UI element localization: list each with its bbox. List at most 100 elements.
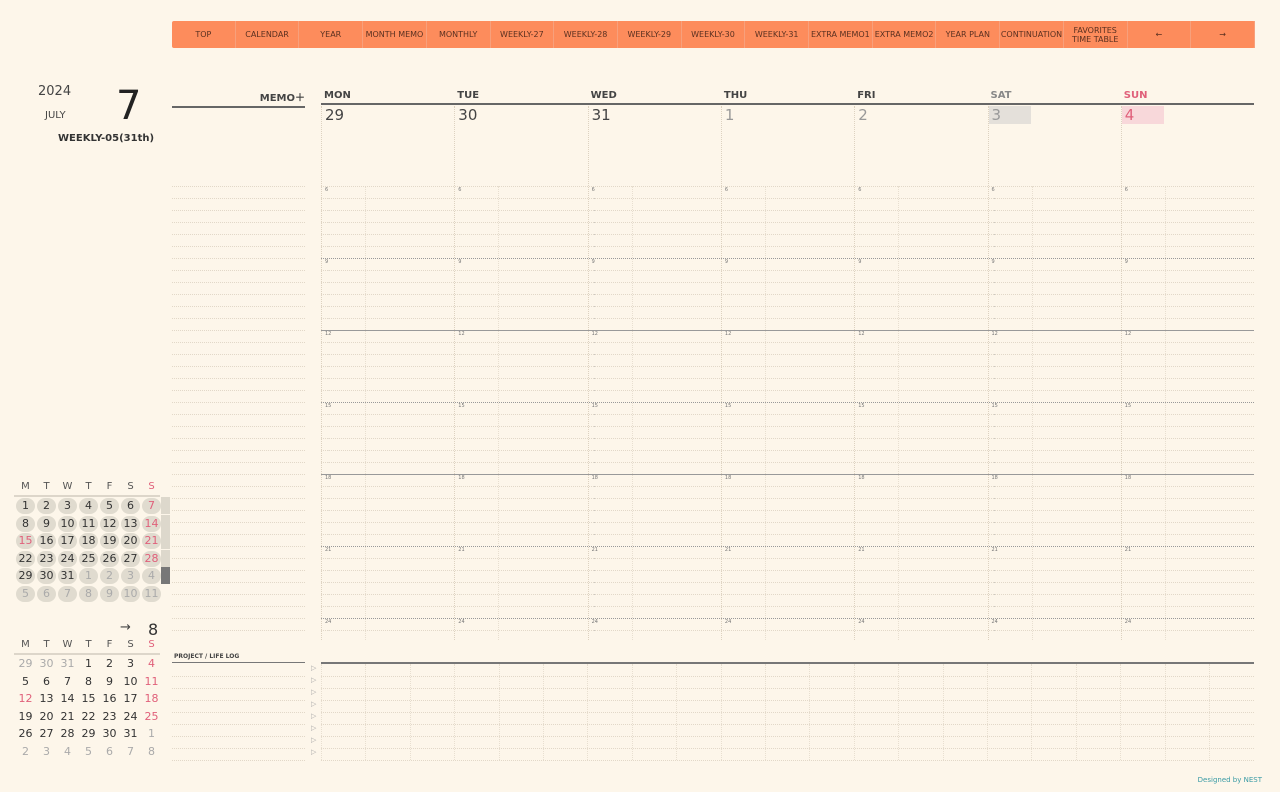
mini-day[interactable]: 29 [16,656,35,672]
mini-day[interactable]: 6 [37,585,56,602]
mini-day[interactable]: 7 [58,585,77,602]
mini-day[interactable]: 3 [58,498,77,514]
mini-day[interactable]: 25 [79,550,98,567]
mini-day[interactable]: 1 [79,568,98,584]
mini-day[interactable]: 7 [142,498,161,514]
week-selector[interactable] [161,549,170,567]
mini-day[interactable]: 13 [121,515,140,532]
mini-day[interactable]: 31 [121,726,140,742]
time-slot-line[interactable] [321,294,1254,295]
mini-day[interactable]: 11 [142,585,161,602]
log-line[interactable] [321,688,1254,689]
time-slot-line[interactable] [321,378,1254,379]
mini-day[interactable]: 11 [142,674,161,690]
memo-line[interactable] [172,330,305,331]
mini-day[interactable]: 28 [142,550,161,567]
memo-line[interactable] [172,210,305,211]
mini-day[interactable]: 4 [58,744,77,760]
mini-day[interactable]: 30 [100,726,119,742]
time-slot-line[interactable] [321,534,1254,535]
log-line[interactable] [321,724,1254,725]
day-number[interactable]: 30 [455,106,497,124]
mini-day[interactable]: 29 [16,568,35,584]
mini-day[interactable]: 8 [79,585,98,602]
mini-day[interactable]: 1 [79,656,98,672]
day-number[interactable]: 1 [722,106,764,124]
mini-day[interactable]: 5 [79,744,98,760]
time-slot-line[interactable] [321,414,1254,415]
memo-line[interactable] [172,222,305,223]
mini-day[interactable]: 6 [100,744,119,760]
time-slot-line[interactable] [321,426,1254,427]
mini-day[interactable]: 2 [100,568,119,584]
mini-day[interactable]: 4 [142,656,161,672]
mini-day[interactable]: 4 [79,498,98,514]
mini-day[interactable]: 15 [79,691,98,707]
mini-day[interactable]: 20 [37,709,56,725]
memo-line[interactable] [172,510,305,511]
mini-day[interactable]: 22 [16,550,35,567]
mini-day[interactable]: 19 [16,709,35,725]
mini-day[interactable]: 5 [16,585,35,602]
time-slot-line[interactable] [321,222,1254,223]
nav-weekly-31[interactable]: WEEKLY-31 [745,21,810,48]
mini-day[interactable]: 2 [16,744,35,760]
nav-year-plan[interactable]: YEAR PLAN [936,21,1001,48]
memo-line[interactable] [172,306,305,307]
mini-day[interactable]: 5 [100,498,119,514]
mini-day[interactable]: 9 [37,515,56,532]
time-slot-line[interactable] [321,246,1254,247]
mini-day[interactable]: 27 [37,726,56,742]
log-line[interactable] [172,700,305,701]
memo-line[interactable] [172,234,305,235]
memo-line[interactable] [172,594,305,595]
mini-day[interactable]: 30 [37,568,56,584]
memo-line[interactable] [172,618,305,619]
mini-day[interactable]: 1 [142,726,161,742]
nav--[interactable]: ← [1128,21,1192,48]
mini-day[interactable]: 10 [121,674,140,690]
nav-weekly-28[interactable]: WEEKLY-28 [554,21,618,48]
mini-day[interactable]: 8 [79,674,98,690]
time-slot-line[interactable] [321,306,1254,307]
mini-day[interactable]: 8 [142,744,161,760]
week-selector[interactable] [161,514,170,532]
mini-day[interactable]: 9 [100,674,119,690]
next-month-number[interactable]: 8 [148,620,158,639]
mini-day[interactable]: 27 [121,550,140,567]
mini-day[interactable]: 8 [16,515,35,532]
mini-day[interactable]: 21 [58,709,77,725]
log-line[interactable] [172,712,305,713]
nav-calendar[interactable]: CALENDAR [236,21,300,48]
memo-line[interactable] [172,426,305,427]
mini-day[interactable]: 16 [37,533,56,549]
mini-day[interactable]: 20 [121,533,140,549]
log-line[interactable] [321,736,1254,737]
time-slot-line[interactable] [321,510,1254,511]
mini-day[interactable]: 6 [121,498,140,514]
nav-monthly[interactable]: MONTHLY [427,21,491,48]
memo-line[interactable] [172,534,305,535]
mini-day[interactable]: 24 [121,709,140,725]
memo-line[interactable] [172,546,305,547]
memo-line[interactable] [172,186,305,187]
day-number[interactable]: 2 [855,106,897,124]
time-slot-line[interactable] [321,390,1254,391]
log-line[interactable] [321,676,1254,677]
mini-day[interactable]: 25 [142,709,161,725]
mini-day[interactable]: 13 [37,691,56,707]
mini-day[interactable]: 3 [121,568,140,584]
memo-line[interactable] [172,606,305,607]
nav-weekly-29[interactable]: WEEKLY-29 [618,21,682,48]
nav-month-memo[interactable]: MONTH MEMO [363,21,427,48]
mini-day[interactable]: 12 [16,691,35,707]
time-slot-line[interactable] [321,546,1254,547]
mini-day[interactable]: 22 [79,709,98,725]
memo-line[interactable] [172,342,305,343]
log-line[interactable] [172,760,305,761]
memo-line[interactable] [172,486,305,487]
time-slot-line[interactable] [321,330,1254,331]
time-slot-line[interactable] [321,486,1254,487]
time-slot-line[interactable] [321,522,1254,523]
mini-day[interactable]: 10 [58,515,77,532]
